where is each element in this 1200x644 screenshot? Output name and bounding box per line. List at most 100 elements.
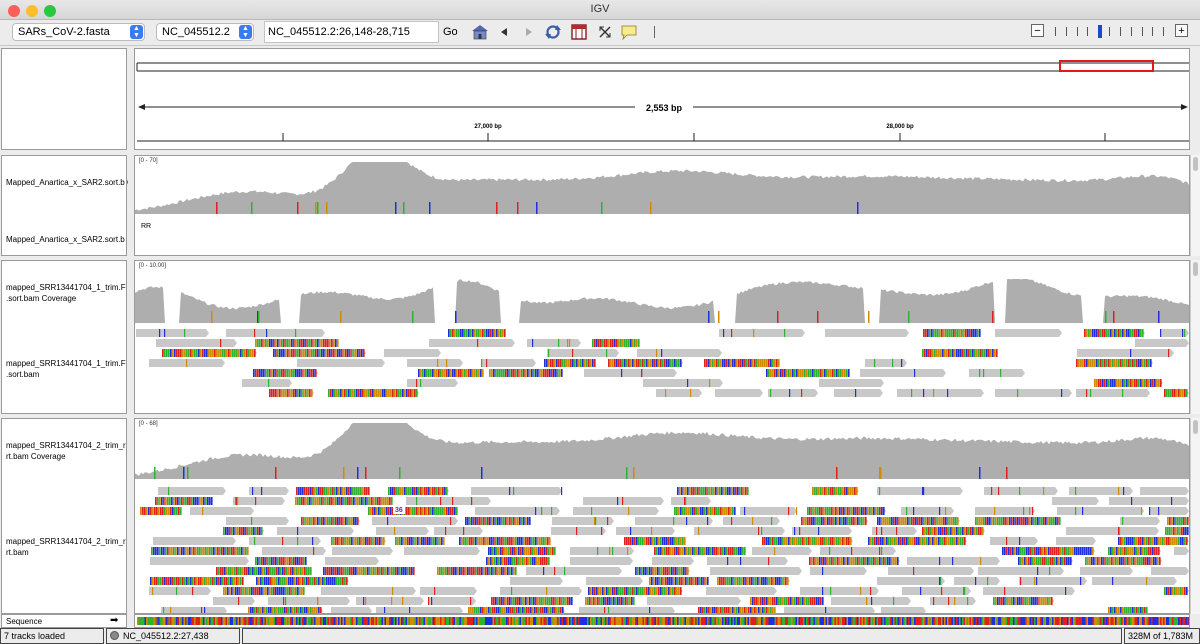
read-mismatch (646, 537, 648, 545)
track-data-panel-2[interactable]: [0 - 10.00] (134, 260, 1190, 414)
popup-info-icon[interactable] (619, 23, 639, 41)
read-mismatch (301, 557, 303, 565)
read-mismatch (167, 497, 169, 505)
read-mismatch (1042, 547, 1044, 555)
read-body (825, 329, 909, 337)
track-name-alignment[interactable]: mapped_SRR13441704_2_trim_r rt.bam (6, 536, 128, 558)
sequence-base (156, 617, 158, 625)
zoom-tick[interactable] (1055, 27, 1056, 36)
track-name-coverage[interactable]: Mapped_Anartica_x_SAR2.sort.b Coverage (6, 177, 128, 188)
zoom-tick[interactable] (1077, 27, 1078, 36)
zoom-tick[interactable] (1142, 27, 1143, 36)
sequence-base (1134, 617, 1136, 625)
read-mismatch (243, 587, 245, 595)
read-mismatch (314, 487, 316, 495)
alignment-track-3[interactable] (135, 483, 1190, 614)
zoom-tick[interactable] (1109, 27, 1110, 36)
sequence-base (495, 617, 497, 625)
sequence-base (599, 617, 601, 625)
read-mismatch (922, 527, 924, 535)
read-mismatch (542, 607, 544, 613)
go-button[interactable]: Go (443, 26, 458, 38)
zoom-tick[interactable] (1087, 27, 1088, 36)
read-mismatch (1131, 497, 1133, 505)
scrollbar-panel-1[interactable] (1190, 155, 1200, 256)
read-mismatch (1182, 329, 1184, 337)
sequence-base (885, 617, 887, 625)
read-mismatch (194, 349, 196, 357)
read-mismatch (1124, 547, 1126, 555)
locus-input[interactable]: NC_045512.2:26,148-28,715 (264, 21, 439, 43)
aligned-read (975, 517, 1061, 525)
read-mismatch (360, 487, 362, 495)
read-mismatch (798, 597, 800, 605)
home-icon[interactable] (470, 23, 490, 41)
aligned-read (301, 517, 360, 525)
scrollbar-thumb[interactable] (1193, 420, 1198, 434)
read-body (860, 369, 946, 377)
read-mismatch (173, 497, 175, 505)
read-mismatch (417, 537, 419, 545)
read-mismatch (357, 349, 359, 357)
read-mismatch (502, 547, 504, 555)
sequence-base (504, 617, 506, 625)
read-mismatch (391, 597, 393, 605)
track-name-coverage[interactable]: mapped_SRR13441704_1_trim.F .sort.bam Co… (6, 282, 128, 304)
read-mismatch (857, 557, 859, 565)
read-mismatch (822, 537, 824, 545)
sequence-base (774, 617, 776, 625)
zoom-tick[interactable] (1066, 27, 1067, 36)
read-mismatch (749, 577, 751, 585)
read-mismatch (524, 547, 526, 555)
track-data-panel-1[interactable]: [0 - 70] RR (134, 155, 1190, 256)
aligned-read (707, 557, 788, 565)
coverage-track-2[interactable] (135, 261, 1190, 325)
back-icon[interactable] (497, 25, 511, 39)
read-mismatch (526, 547, 528, 555)
aligned-read (226, 329, 325, 337)
track-name-alignment[interactable]: Mapped_Anartica_x_SAR2.sort.b (6, 234, 128, 245)
read-mismatch (381, 537, 383, 545)
track-name-alignment[interactable]: mapped_SRR13441704_1_trim.F .sort.bam (6, 358, 128, 380)
forward-icon[interactable] (522, 25, 536, 39)
coverage-track-3[interactable] (135, 419, 1190, 483)
read-mismatch (731, 487, 733, 495)
zoom-tick[interactable] (1163, 27, 1164, 36)
genome-dropdown[interactable]: SARs_CoV-2.fasta ▲ ▼ (12, 23, 145, 41)
zoom-in-button[interactable]: + (1175, 24, 1188, 37)
read-mismatch (914, 537, 916, 545)
read-mismatch (535, 507, 537, 515)
read-mismatch (879, 517, 881, 525)
track-data-panel-3[interactable]: [0 - 68] 36 (134, 418, 1190, 614)
zoom-tick[interactable] (1131, 27, 1132, 36)
alignment-track-2[interactable] (135, 325, 1190, 414)
ruler-panel[interactable]: 2,553 bp 27,000 bp 28,000 bp (134, 48, 1190, 150)
chromosome-dropdown[interactable]: NC_045512.2 ▲ ▼ (156, 23, 254, 41)
read-mismatch (652, 537, 654, 545)
read-mismatch (1005, 597, 1007, 605)
read-mismatch (227, 547, 229, 555)
read-mismatch (340, 577, 342, 585)
sequence-track[interactable] (134, 614, 1190, 628)
zoom-slider-thumb[interactable] (1098, 25, 1102, 38)
sequence-base (282, 617, 284, 625)
refresh-icon[interactable] (543, 23, 563, 41)
aligned-read (954, 577, 1000, 585)
scrollbar-panel-3[interactable] (1190, 418, 1200, 614)
read-mismatch (818, 537, 820, 545)
region-navigator-icon[interactable] (570, 23, 588, 41)
zoom-out-button[interactable]: − (1031, 24, 1044, 37)
zoom-tick[interactable] (1152, 27, 1153, 36)
read-mismatch (804, 597, 806, 605)
track-name-coverage[interactable]: mapped_SRR13441704_2_trim_r rt.bam Cover… (6, 440, 128, 462)
scrollbar-thumb[interactable] (1193, 262, 1198, 276)
strand-arrow-icon[interactable]: ➡ (110, 615, 118, 626)
aligned-read (819, 379, 884, 387)
resize-to-window-icon[interactable] (596, 23, 614, 41)
scrollbar-thumb[interactable] (1193, 157, 1198, 171)
read-mismatch (224, 577, 226, 585)
coverage-track-1[interactable] (135, 156, 1190, 218)
zoom-tick[interactable] (1120, 27, 1121, 36)
scrollbar-panel-2[interactable] (1190, 260, 1200, 414)
sequence-base (746, 617, 748, 625)
